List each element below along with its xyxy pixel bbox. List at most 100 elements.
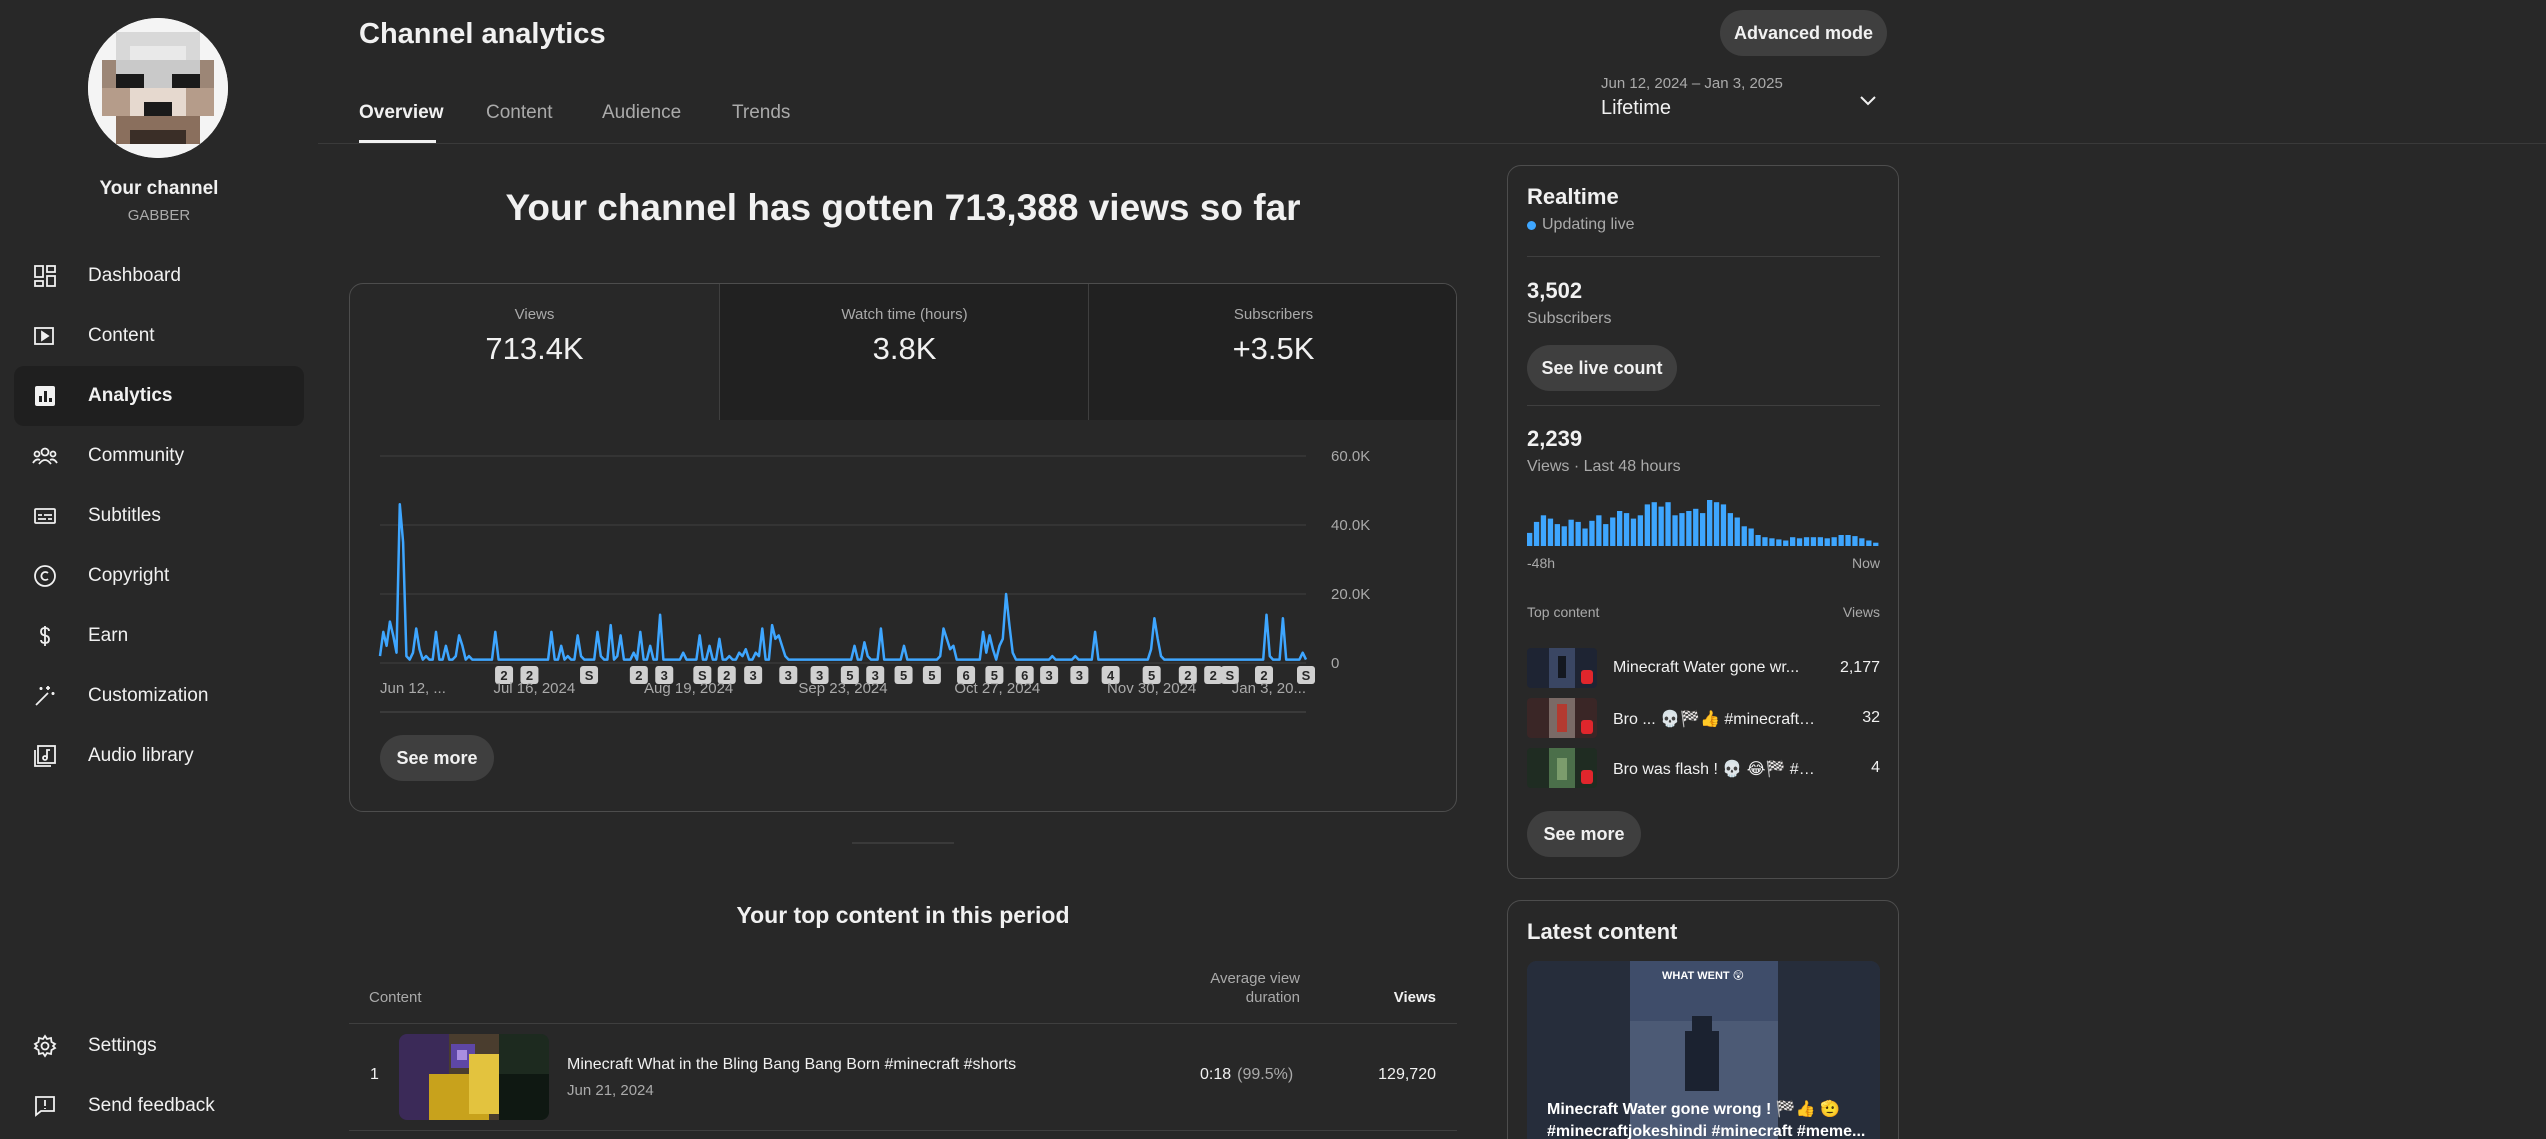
video-thumbnail[interactable] xyxy=(1527,648,1597,688)
realtime-bar xyxy=(1630,518,1637,546)
section-divider xyxy=(852,842,954,844)
analytics-icon xyxy=(31,382,59,410)
realtime-bar xyxy=(1686,511,1692,546)
video-title[interactable]: Bro was flash ! 💀 😂🏁 #min... xyxy=(1613,759,1818,779)
realtime-bar xyxy=(1582,528,1588,546)
channel-handle: GABBER xyxy=(127,207,191,224)
upload-marker: 3 xyxy=(1070,666,1089,684)
sidebar-item-content[interactable]: Content xyxy=(14,306,304,366)
metric-value: 713.4K xyxy=(485,331,584,366)
video-thumbnail[interactable] xyxy=(1527,698,1597,738)
realtime-bar xyxy=(1762,537,1768,546)
metric-value: +3.5K xyxy=(1232,331,1315,366)
realtime-bar xyxy=(1527,532,1533,546)
realtime-bar xyxy=(1783,540,1789,546)
column-header-views[interactable]: Views xyxy=(1330,989,1436,1006)
video-views: 129,720 xyxy=(1378,1066,1436,1083)
y-tick-label: 40.0K xyxy=(1331,517,1370,534)
realtime-bar xyxy=(1610,517,1616,546)
column-header-avg-duration-2[interactable]: duration xyxy=(1150,989,1300,1006)
duration-value: 0:18 xyxy=(1200,1066,1232,1083)
video-thumbnail[interactable] xyxy=(399,1034,549,1120)
sidebar-item-earn[interactable]: Earn xyxy=(14,606,304,666)
upload-count: 5 xyxy=(900,668,907,683)
sidebar-item-audio-library[interactable]: Audio library xyxy=(14,726,304,786)
realtime-bar xyxy=(1845,535,1851,546)
upload-marker: 3 xyxy=(1040,666,1059,684)
metric-value: 3.8K xyxy=(872,331,937,366)
sidebar-item-community[interactable]: Community xyxy=(14,426,304,486)
realtime-bar xyxy=(1741,526,1747,546)
sidebar-item-dashboard[interactable]: Dashboard xyxy=(14,246,304,306)
realtime-bar xyxy=(1817,537,1823,546)
video-views: 2,177 xyxy=(1839,659,1880,676)
tab-audience[interactable]: Audience xyxy=(602,102,681,124)
realtime-bar xyxy=(1575,521,1581,546)
video-title[interactable]: Minecraft What in the Bling Bang Bang Bo… xyxy=(567,1056,1016,1074)
latest-video-caption[interactable]: Minecraft Water gone wrong ! 🏁👍 🫡 #minec… xyxy=(1547,1099,1867,1139)
advanced-mode-button[interactable]: Advanced mode xyxy=(1720,10,1887,56)
sidebar-item-settings[interactable]: Settings xyxy=(14,1016,304,1076)
sidebar-item-customization[interactable]: Customization xyxy=(14,666,304,726)
x-tick-label: Nov 30, 2024 xyxy=(1107,680,1196,697)
upload-count: 3 xyxy=(1045,668,1052,683)
metric-subscribers[interactable]: Subscribers +3.5K xyxy=(1089,284,1456,420)
realtime-bar xyxy=(1658,506,1664,546)
tab-trends[interactable]: Trends xyxy=(732,102,790,124)
top-content-label: Top content xyxy=(1527,604,1600,620)
y-tick-label: 60.0K xyxy=(1331,448,1370,465)
x-tick-label: Jul 16, 2024 xyxy=(493,680,575,697)
realtime-bar xyxy=(1755,535,1761,546)
table-divider xyxy=(349,1023,1457,1024)
sidebar-item-send-feedback[interactable]: Send feedback xyxy=(14,1076,304,1136)
metric-label: Subscribers xyxy=(1233,306,1314,323)
metric-views[interactable]: Views 713.4K xyxy=(350,284,719,420)
date-range-selector[interactable]: Lifetime xyxy=(1601,97,1671,120)
sidebar-item-analytics[interactable]: Analytics xyxy=(14,366,304,426)
upload-count: 3 xyxy=(750,668,757,683)
metric-watch-time[interactable]: Watch time (hours) 3.8K xyxy=(720,284,1089,420)
video-thumbnail[interactable] xyxy=(1527,748,1597,788)
realtime-bar xyxy=(1803,537,1810,546)
overview-card: Views 713.4K Watch time (hours) 3.8K Sub… xyxy=(349,283,1457,812)
realtime-bar xyxy=(1700,513,1706,546)
content-icon xyxy=(31,322,59,350)
video-title[interactable]: Minecraft Water gone wr... xyxy=(1613,659,1818,677)
views-chart[interactable]: 60.0K40.0K20.0K02 2 S 2 3 S 2 3 3 3 5 3 5 5 6 5 6 3 3 4 5 2 2 S… xyxy=(350,420,1456,720)
upload-count: 3 xyxy=(785,668,792,683)
tab-overview[interactable]: Overview xyxy=(359,102,444,124)
earn-icon xyxy=(31,622,59,650)
realtime-see-more-button[interactable]: See more xyxy=(1527,811,1641,857)
latest-video-thumbnail[interactable]: WHAT WENT 😲 Minecraft Water gone wrong !… xyxy=(1527,961,1880,1139)
realtime-bar xyxy=(1838,535,1844,546)
community-icon xyxy=(31,442,59,470)
latest-content-card: Latest content WHAT WENT 😲 Minecraft Wat… xyxy=(1507,900,1899,1139)
see-more-button[interactable]: See more xyxy=(380,735,494,781)
upload-marker: 2 xyxy=(1204,666,1223,684)
x-tick-label: Jan 3, 20... xyxy=(1232,680,1306,697)
realtime-bar xyxy=(1852,536,1858,546)
realtime-bar xyxy=(1720,504,1727,546)
avatar[interactable] xyxy=(88,18,228,158)
upload-marker: S xyxy=(580,666,599,684)
sidebar-item-copyright[interactable]: Copyright xyxy=(14,546,304,606)
realtime-status: Updating live xyxy=(1527,216,1635,234)
realtime-bar xyxy=(1644,504,1650,546)
header-divider xyxy=(318,143,2546,144)
feedback-icon xyxy=(31,1092,59,1120)
realtime-bar xyxy=(1796,538,1803,546)
metric-label: Watch time (hours) xyxy=(841,306,968,323)
upload-count: 2 xyxy=(635,668,642,683)
tab-content[interactable]: Content xyxy=(486,102,553,124)
see-live-count-button[interactable]: See live count xyxy=(1527,345,1677,391)
sidebar-item-subtitles[interactable]: Subtitles xyxy=(14,486,304,546)
realtime-axis-end: Now xyxy=(1851,555,1880,571)
date-range-text[interactable]: Jun 12, 2024 – Jan 3, 2025 xyxy=(1601,75,1783,92)
realtime-views-bar-chart[interactable] xyxy=(1527,496,1880,546)
chevron-down-icon[interactable] xyxy=(1856,88,1880,112)
video-title[interactable]: Bro ... 💀🏁👍 #minecraft #... xyxy=(1613,709,1818,729)
realtime-bar xyxy=(1859,538,1865,546)
upload-marker: 3 xyxy=(779,666,798,684)
shorts-icon: S xyxy=(585,668,594,683)
column-header-avg-duration[interactable]: Average view xyxy=(1150,970,1300,987)
